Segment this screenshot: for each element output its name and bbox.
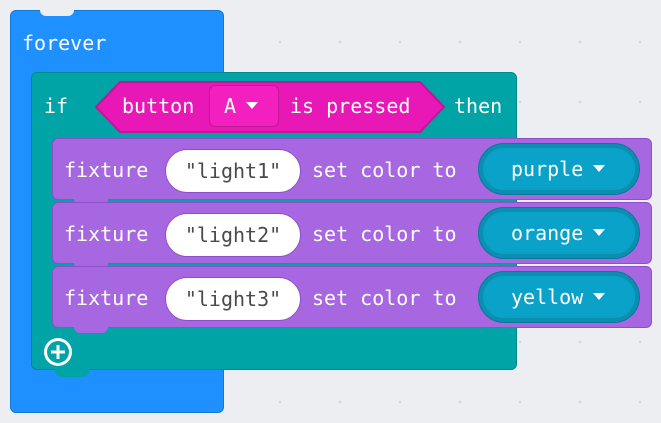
- chevron-down-icon: [593, 229, 606, 236]
- color-dropdown[interactable]: purple: [482, 147, 636, 191]
- color-dropdown-value: orange: [511, 221, 584, 245]
- then-label: then: [454, 94, 503, 118]
- fixture-name-input[interactable]: "light1": [165, 149, 301, 193]
- if-bottom-notch: [54, 369, 90, 377]
- fixture-label: fixture: [64, 286, 149, 310]
- set-color-label: set color to: [312, 222, 457, 246]
- chevron-down-icon: [593, 165, 606, 172]
- if-label: if: [44, 94, 69, 118]
- chevron-down-icon: [246, 102, 259, 109]
- set-color-label: set color to: [312, 158, 457, 182]
- fixture-label: fixture: [64, 158, 149, 182]
- set-color-label: set color to: [312, 286, 457, 310]
- color-dropdown[interactable]: orange: [482, 211, 636, 255]
- fixture-name-input[interactable]: "light2": [165, 213, 301, 257]
- fixture-name-input[interactable]: "light3": [165, 277, 301, 321]
- condition-prefix-label: button: [122, 94, 195, 118]
- forever-top-notch: [40, 10, 74, 16]
- fixture-label: fixture: [64, 222, 149, 246]
- button-dropdown-value: A: [224, 94, 237, 118]
- plus-circle-icon[interactable]: [42, 336, 74, 368]
- button-dropdown[interactable]: A: [209, 85, 279, 127]
- color-dropdown-value: purple: [511, 157, 584, 181]
- forever-label: forever: [22, 31, 107, 55]
- statement-notch: [74, 327, 108, 333]
- condition-suffix-label: is pressed: [290, 94, 411, 118]
- chevron-down-icon: [593, 293, 606, 300]
- color-dropdown[interactable]: yellow: [482, 275, 636, 319]
- color-dropdown-value: yellow: [511, 285, 584, 309]
